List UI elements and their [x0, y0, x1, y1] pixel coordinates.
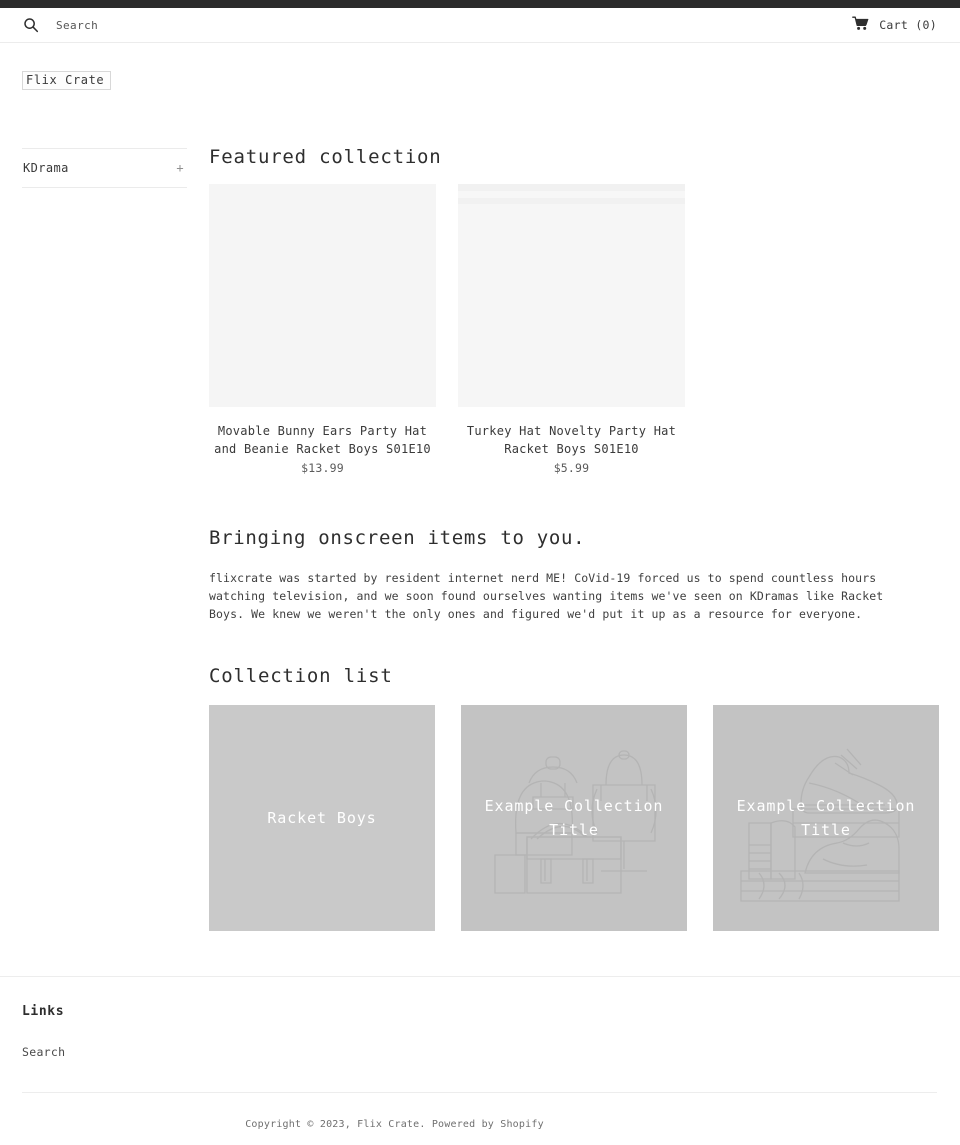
shopping-cart-icon[interactable] — [852, 16, 869, 35]
header-cart-group[interactable]: Cart (0) — [852, 16, 937, 35]
richtext-section: Bringing onscreen items to you. flixcrat… — [209, 527, 937, 623]
collection-card-racket-boys[interactable]: Racket Boys — [209, 705, 435, 931]
sidebar-item-kdrama[interactable]: KDrama + — [22, 148, 187, 188]
logo-area: Flix Crate — [0, 43, 960, 90]
search-icon[interactable] — [23, 17, 39, 33]
collection-grid: Racket Boys Example Collection Title Exa… — [209, 705, 939, 931]
top-accent-bar — [0, 0, 960, 8]
plus-icon[interactable]: + — [176, 162, 184, 174]
collection-card-label: Example Collection Title — [736, 797, 916, 839]
footer-copyright: Copyright © 2023, Flix Crate. Powered by… — [245, 1119, 544, 1130]
richtext-body: flixcrate was started by resident intern… — [209, 571, 884, 621]
footer-links-heading: Links — [22, 1004, 65, 1019]
product-title[interactable]: Movable Bunny Ears Party Hat and Beanie … — [209, 422, 436, 458]
collection-card-label: Racket Boys — [267, 809, 377, 827]
cart-label[interactable]: Cart (0) — [879, 18, 937, 32]
content-column: Featured collection Movable Bunny Ears P… — [187, 145, 939, 931]
collection-list-heading: Collection list — [209, 665, 393, 687]
main-layout: KDrama + Featured collection Movable Bun… — [0, 90, 960, 931]
product-card[interactable]: Turkey Hat Novelty Party Hat Racket Boys… — [458, 184, 685, 475]
product-image-placeholder[interactable] — [458, 184, 685, 407]
search-label[interactable]: Search — [56, 19, 98, 32]
site-footer: Links Search Copyright © 2023, Flix Crat… — [0, 976, 960, 1130]
richtext-heading: Bringing onscreen items to you. — [209, 527, 586, 549]
featured-product-grid: Movable Bunny Ears Party Hat and Beanie … — [209, 184, 937, 475]
sidebar-navigation: KDrama + — [22, 145, 187, 188]
site-header: Search Cart (0) — [0, 8, 960, 43]
site-logo[interactable]: Flix Crate — [22, 71, 112, 90]
product-title[interactable]: Turkey Hat Novelty Party Hat Racket Boys… — [458, 422, 685, 458]
header-search-group[interactable]: Search — [23, 17, 98, 33]
collection-card-example-shoes[interactable]: Example Collection Title — [713, 705, 939, 931]
product-image-placeholder[interactable] — [209, 184, 436, 407]
featured-collection-heading: Featured collection — [209, 146, 442, 168]
footer-link-search[interactable]: Search — [22, 1045, 65, 1059]
product-price: $5.99 — [553, 461, 590, 475]
footer-divider — [22, 1092, 937, 1093]
collection-card-example-bags[interactable]: Example Collection Title — [461, 705, 687, 931]
sidebar-item-label: KDrama — [23, 161, 69, 175]
product-price: $13.99 — [301, 461, 344, 475]
product-card[interactable]: Movable Bunny Ears Party Hat and Beanie … — [209, 184, 436, 475]
collection-list-section: Collection list Racket Boys Example Coll… — [209, 665, 939, 931]
collection-card-label: Example Collection Title — [484, 797, 664, 839]
